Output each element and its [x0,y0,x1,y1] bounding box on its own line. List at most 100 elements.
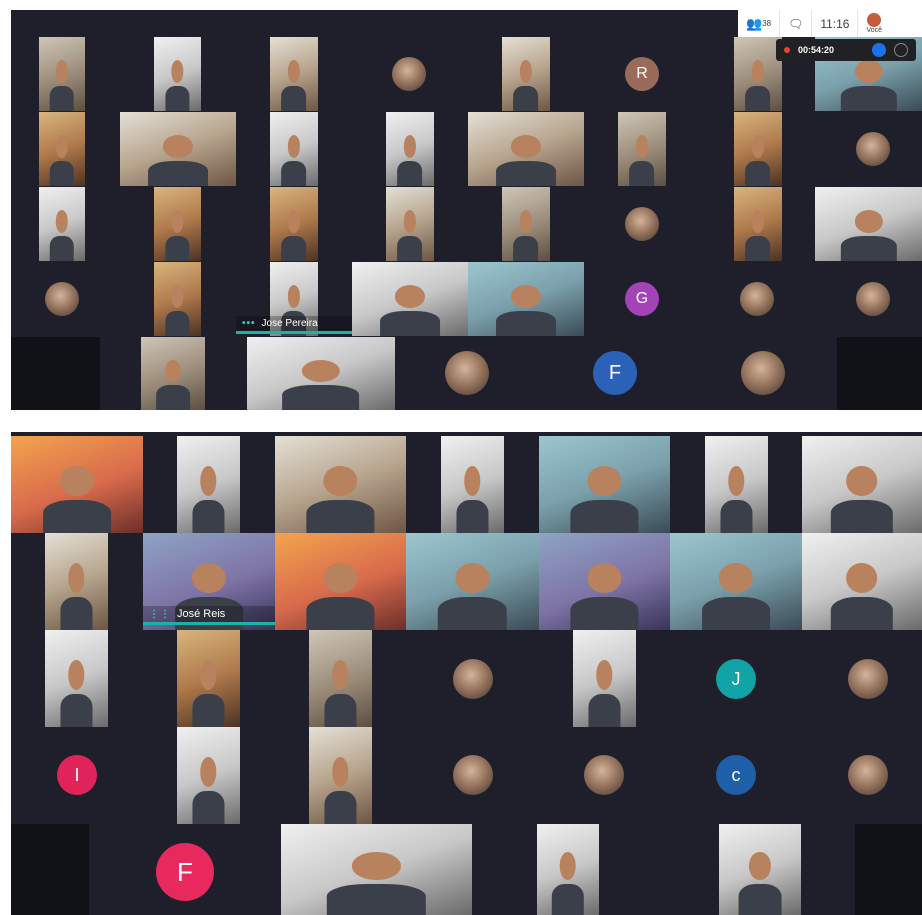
participant-avatar[interactable] [625,207,659,241]
participant-video[interactable] [270,37,318,111]
empty-tile [11,824,89,915]
participant-avatar[interactable] [848,755,888,795]
participant-avatar[interactable] [445,351,489,395]
participant-video[interactable] [309,727,372,824]
speaker-name: José Reis [177,608,226,620]
participant-avatar[interactable] [856,132,890,166]
participant-video[interactable] [734,37,782,111]
participant-video[interactable] [352,262,468,336]
participant-video[interactable] [502,187,550,261]
participant-video[interactable] [802,533,922,630]
stop-icon[interactable] [872,43,886,57]
speaker-name-tag: ⋮⋮ José Reis [143,606,275,625]
participant-video[interactable] [539,533,670,630]
participant-video[interactable] [275,533,406,630]
participant-avatar[interactable] [584,755,624,795]
participant-avatar[interactable] [740,282,774,316]
participant-video[interactable] [270,187,318,261]
recording-bar: 00:54:20 [776,39,916,61]
speaker-name: Jose Pereira [261,318,318,329]
participant-video[interactable] [468,262,584,336]
self-avatar [867,13,882,27]
participant-avatar[interactable] [453,755,493,795]
participant-avatar[interactable] [392,57,426,91]
participant-video[interactable] [539,436,670,533]
mic-off-icon[interactable] [894,43,908,57]
participant-video[interactable] [275,436,406,533]
avatar-letter: J [731,668,741,689]
chat-button[interactable]: 🗨 [779,10,811,37]
participant-video[interactable] [270,112,318,186]
empty-tile [11,337,100,410]
participant-video[interactable] [45,630,108,727]
participants-button[interactable]: 👥 38 [738,10,779,37]
avatar-letter: R [636,65,648,82]
participant-video[interactable] [281,824,472,915]
empty-tile [855,824,922,915]
participant-video[interactable] [468,112,584,186]
meeting-grid-bottom: ⋮⋮ José Reis J I c F [11,432,922,915]
clock-text: 11:16 [820,16,850,31]
avatar-letter: c [731,764,741,785]
self-tile[interactable]: Você [857,10,890,37]
participant-video[interactable] [39,112,85,186]
empty-tile [837,337,922,410]
audio-dots-icon: ••• [242,318,256,329]
avatar-letter: F [177,856,193,887]
participant-video[interactable] [386,112,434,186]
speaker-name-tag: ••• Jose Pereira [236,316,352,334]
record-dot-icon [784,47,790,53]
participant-video[interactable] [705,436,768,533]
participant-video[interactable] [11,436,143,533]
participant-video[interactable] [441,436,504,533]
participant-avatar-letter[interactable]: c [716,755,756,795]
participant-video[interactable] [141,337,205,410]
meeting-grid-top: R ••• Jose Pereira G F [11,10,922,410]
participant-avatar-letter[interactable]: R [625,57,659,91]
people-icon: 👥 [746,15,763,31]
participant-video[interactable] [45,533,108,630]
participant-avatar[interactable] [45,282,79,316]
participant-video[interactable] [802,436,922,533]
participant-video[interactable] [120,112,236,186]
participant-video[interactable] [719,824,801,915]
participant-video[interactable] [502,37,550,111]
participant-video[interactable] [177,436,240,533]
participant-video[interactable] [154,37,201,111]
participant-video[interactable] [734,112,782,186]
participant-video[interactable] [247,337,395,410]
avatar-letter: F [608,361,622,384]
participant-video[interactable] [154,187,201,261]
avatar-letter: G [635,290,649,307]
participant-video[interactable] [618,112,666,186]
chat-icon: 🗨 [788,16,804,31]
participant-avatar-letter[interactable]: F [156,843,214,901]
participant-video[interactable] [177,630,240,727]
participant-count: 38 [762,19,772,28]
participant-video[interactable] [154,262,201,336]
recording-timer: 00:54:20 [798,45,835,55]
participant-video[interactable] [670,533,802,630]
participant-video[interactable] [573,630,636,727]
participant-video[interactable] [815,187,922,261]
participant-avatar-letter[interactable]: J [716,659,756,699]
participant-video[interactable] [39,187,85,261]
participant-video[interactable] [386,187,434,261]
participant-video[interactable] [39,37,85,111]
participant-video[interactable] [406,533,539,630]
participant-avatar[interactable] [453,659,493,699]
clock: 11:16 [811,10,857,37]
participant-video[interactable] [309,630,372,727]
participant-video[interactable] [177,727,240,824]
participant-avatar[interactable] [848,659,888,699]
participant-video[interactable] [537,824,599,915]
participant-video[interactable] [734,187,782,261]
avatar-letter: I [74,764,80,785]
meeting-top-bar: 👥 38 🗨 11:16 Você [738,10,922,37]
participant-avatar-letter[interactable]: G [625,282,659,316]
participant-avatar[interactable] [856,282,890,316]
participant-avatar-letter[interactable]: I [57,755,97,795]
participant-avatar-letter[interactable]: F [593,351,637,395]
participant-avatar[interactable] [741,351,785,395]
audio-wave-icon: ⋮⋮ [149,608,171,620]
